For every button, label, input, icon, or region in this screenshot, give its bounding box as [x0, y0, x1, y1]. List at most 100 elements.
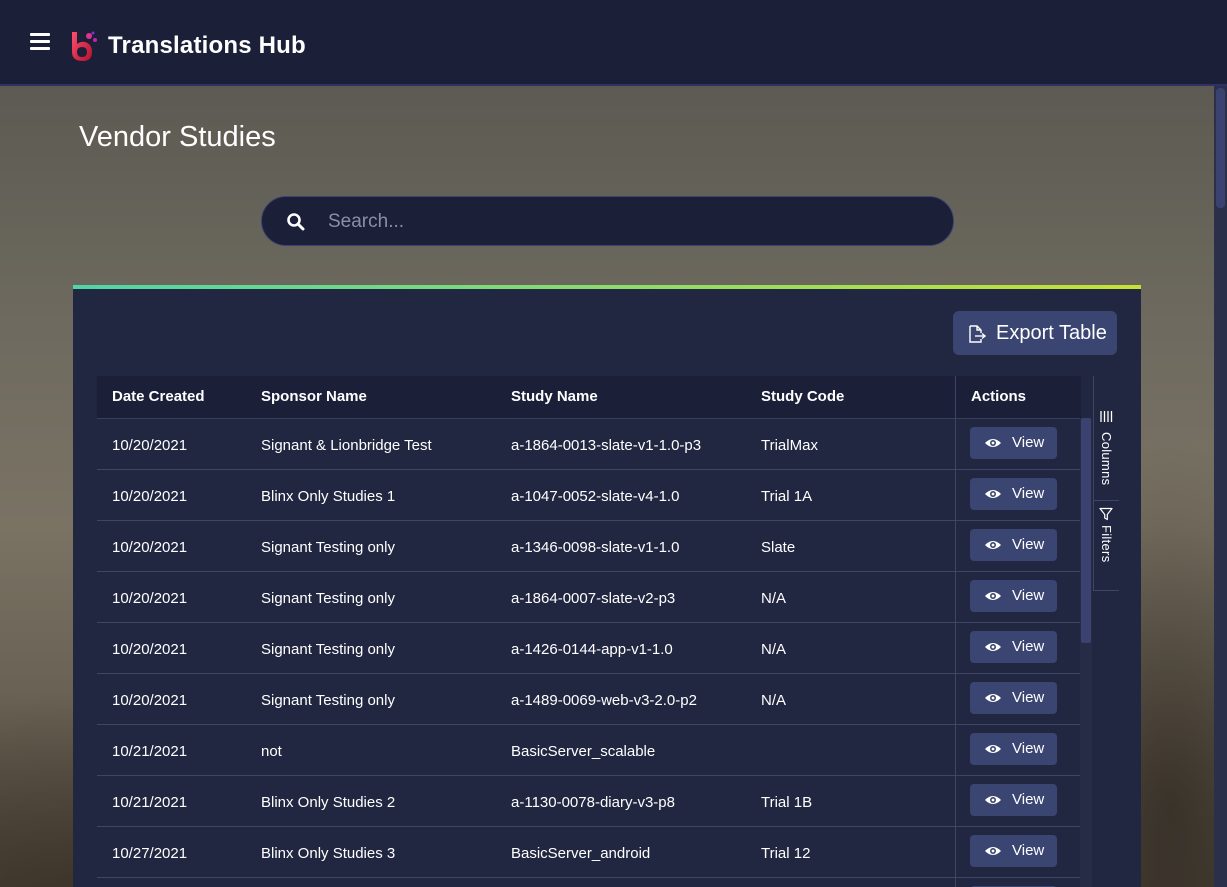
actions-column-divider	[955, 521, 956, 571]
view-button-label: View	[1012, 485, 1045, 502]
view-button-label: View	[1012, 638, 1045, 655]
table-row[interactable]: View	[97, 878, 1081, 887]
actions-column-divider	[955, 419, 956, 469]
cell-sponsor-name: Blinx Only Studies 1	[261, 488, 396, 505]
eye-icon	[985, 541, 1001, 549]
table-row[interactable]: 10/20/2021 Signant Testing only a-1346-009…	[97, 521, 1081, 572]
actions-column-divider	[955, 572, 956, 622]
search-input[interactable]	[326, 205, 930, 239]
column-header-sponsor-name[interactable]: Sponsor Name	[261, 376, 367, 418]
view-button-label: View	[1012, 587, 1045, 604]
view-button[interactable]: View	[970, 835, 1057, 867]
columns-tab-label: Columns	[1099, 432, 1114, 486]
cell-sponsor-name: Blinx Only Studies 3	[261, 845, 396, 862]
cell-date-created: 10/20/2021	[112, 641, 188, 658]
view-button[interactable]: View	[970, 631, 1057, 663]
cell-date-created: 10/20/2021	[112, 539, 188, 556]
top-bar: Translations Hub	[0, 0, 1227, 86]
cell-date-created: 10/27/2021	[112, 845, 188, 862]
view-button[interactable]: View	[970, 580, 1057, 612]
table-body: 10/20/2021 Signant & Lionbridge Test a-186…	[97, 419, 1081, 887]
table-row[interactable]: 10/21/2021 not BasicServer_scalable View	[97, 725, 1081, 776]
table-row[interactable]: 10/20/2021 Signant & Lionbridge Test a-186…	[97, 419, 1081, 470]
search-icon	[287, 213, 305, 231]
table-row[interactable]: 10/27/2021 Blinx Only Studies 3 BasicServe…	[97, 827, 1081, 878]
cell-study-code: N/A	[761, 590, 787, 607]
cell-date-created: 10/20/2021	[112, 590, 188, 607]
cell-study-code: Trial 1B	[761, 794, 813, 811]
actions-column-divider	[955, 623, 956, 673]
view-button[interactable]: View	[970, 733, 1057, 765]
column-header-date-created[interactable]: Date Created	[112, 376, 205, 418]
table-scrollbar-thumb[interactable]	[1081, 418, 1091, 643]
view-button[interactable]: View	[970, 427, 1057, 459]
table-row[interactable]: 10/21/2021 Blinx Only Studies 2 a-1130-007…	[97, 776, 1081, 827]
page-title: Vendor Studies	[79, 121, 276, 153]
actions-column-divider	[955, 776, 956, 826]
view-button-label: View	[1012, 842, 1045, 859]
search-bar[interactable]	[261, 196, 954, 246]
view-button-label: View	[1012, 536, 1045, 553]
side-panel-divider	[1094, 590, 1119, 591]
eye-icon	[985, 694, 1001, 702]
eye-icon	[985, 745, 1001, 753]
studies-table: Date Created Sponsor Name Study Name Stu…	[97, 376, 1081, 887]
cell-study-name: a-1426-0144-app-v1-1.0	[511, 641, 673, 658]
cell-date-created: 10/21/2021	[112, 743, 188, 760]
studies-table-panel: Export Table Date Created Sponsor Name S…	[73, 285, 1141, 887]
actions-column-divider	[955, 878, 956, 887]
export-table-label: Export Table	[996, 322, 1107, 344]
actions-column-divider	[955, 827, 956, 877]
cell-study-name: BasicServer_android	[511, 845, 651, 862]
filters-tab[interactable]: Filters	[1094, 500, 1119, 591]
eye-icon	[985, 439, 1001, 447]
export-file-icon	[969, 325, 986, 343]
table-row[interactable]: 10/20/2021 Blinx Only Studies 1 a-1047-005…	[97, 470, 1081, 521]
actions-column-divider	[955, 674, 956, 724]
table-row[interactable]: 10/20/2021 Signant Testing only a-1426-014…	[97, 623, 1081, 674]
eye-icon	[985, 490, 1001, 498]
eye-icon	[985, 643, 1001, 651]
table-header: Date Created Sponsor Name Study Name Stu…	[97, 376, 1081, 419]
hamburger-menu-icon[interactable]	[30, 33, 50, 51]
table-row[interactable]: 10/20/2021 Signant Testing only a-1864-000…	[97, 572, 1081, 623]
cell-sponsor-name: Blinx Only Studies 2	[261, 794, 396, 811]
cell-study-code: Trial 12	[761, 845, 811, 862]
cell-study-name: a-1346-0098-slate-v1-1.0	[511, 539, 680, 556]
cell-study-code: Slate	[761, 539, 796, 556]
view-button[interactable]: View	[970, 682, 1057, 714]
cell-study-code: N/A	[761, 692, 787, 709]
eye-icon	[985, 847, 1001, 855]
actions-column-divider	[955, 376, 956, 418]
cell-study-code: Trial 1A	[761, 488, 813, 505]
column-header-study-name[interactable]: Study Name	[511, 376, 598, 418]
page-scrollbar[interactable]	[1214, 86, 1227, 887]
view-button-label: View	[1012, 740, 1045, 757]
filter-icon	[1099, 507, 1113, 521]
export-table-button[interactable]: Export Table	[953, 311, 1117, 355]
cell-study-name: a-1489-0069-web-v3-2.0-p2	[511, 692, 697, 709]
column-header-actions: Actions	[971, 388, 1027, 405]
cell-sponsor-name: Signant Testing only	[261, 539, 395, 556]
view-button[interactable]: View	[970, 478, 1057, 510]
columns-tab[interactable]: Columns	[1094, 410, 1119, 500]
translations-hub-logo	[72, 31, 97, 61]
page-scrollbar-thumb[interactable]	[1216, 88, 1225, 208]
view-button-label: View	[1012, 791, 1045, 808]
side-tool-panel: Columns Filters	[1093, 376, 1119, 591]
view-button-label: View	[1012, 434, 1045, 451]
cell-sponsor-name: Signant & Lionbridge Test	[261, 437, 432, 454]
eye-icon	[985, 592, 1001, 600]
cell-study-name: a-1047-0052-slate-v4-1.0	[511, 488, 680, 505]
view-button[interactable]: View	[970, 784, 1057, 816]
actions-column-divider	[955, 725, 956, 775]
view-button[interactable]: View	[970, 529, 1057, 561]
table-scrollbar[interactable]	[1080, 418, 1092, 887]
cell-study-code: N/A	[761, 641, 787, 658]
eye-icon	[985, 796, 1001, 804]
cell-sponsor-name: not	[261, 743, 282, 760]
cell-study-name: a-1130-0078-diary-v3-p8	[511, 794, 675, 811]
cell-date-created: 10/21/2021	[112, 794, 188, 811]
table-row[interactable]: 10/20/2021 Signant Testing only a-1489-006…	[97, 674, 1081, 725]
column-header-study-code[interactable]: Study Code	[761, 376, 844, 418]
